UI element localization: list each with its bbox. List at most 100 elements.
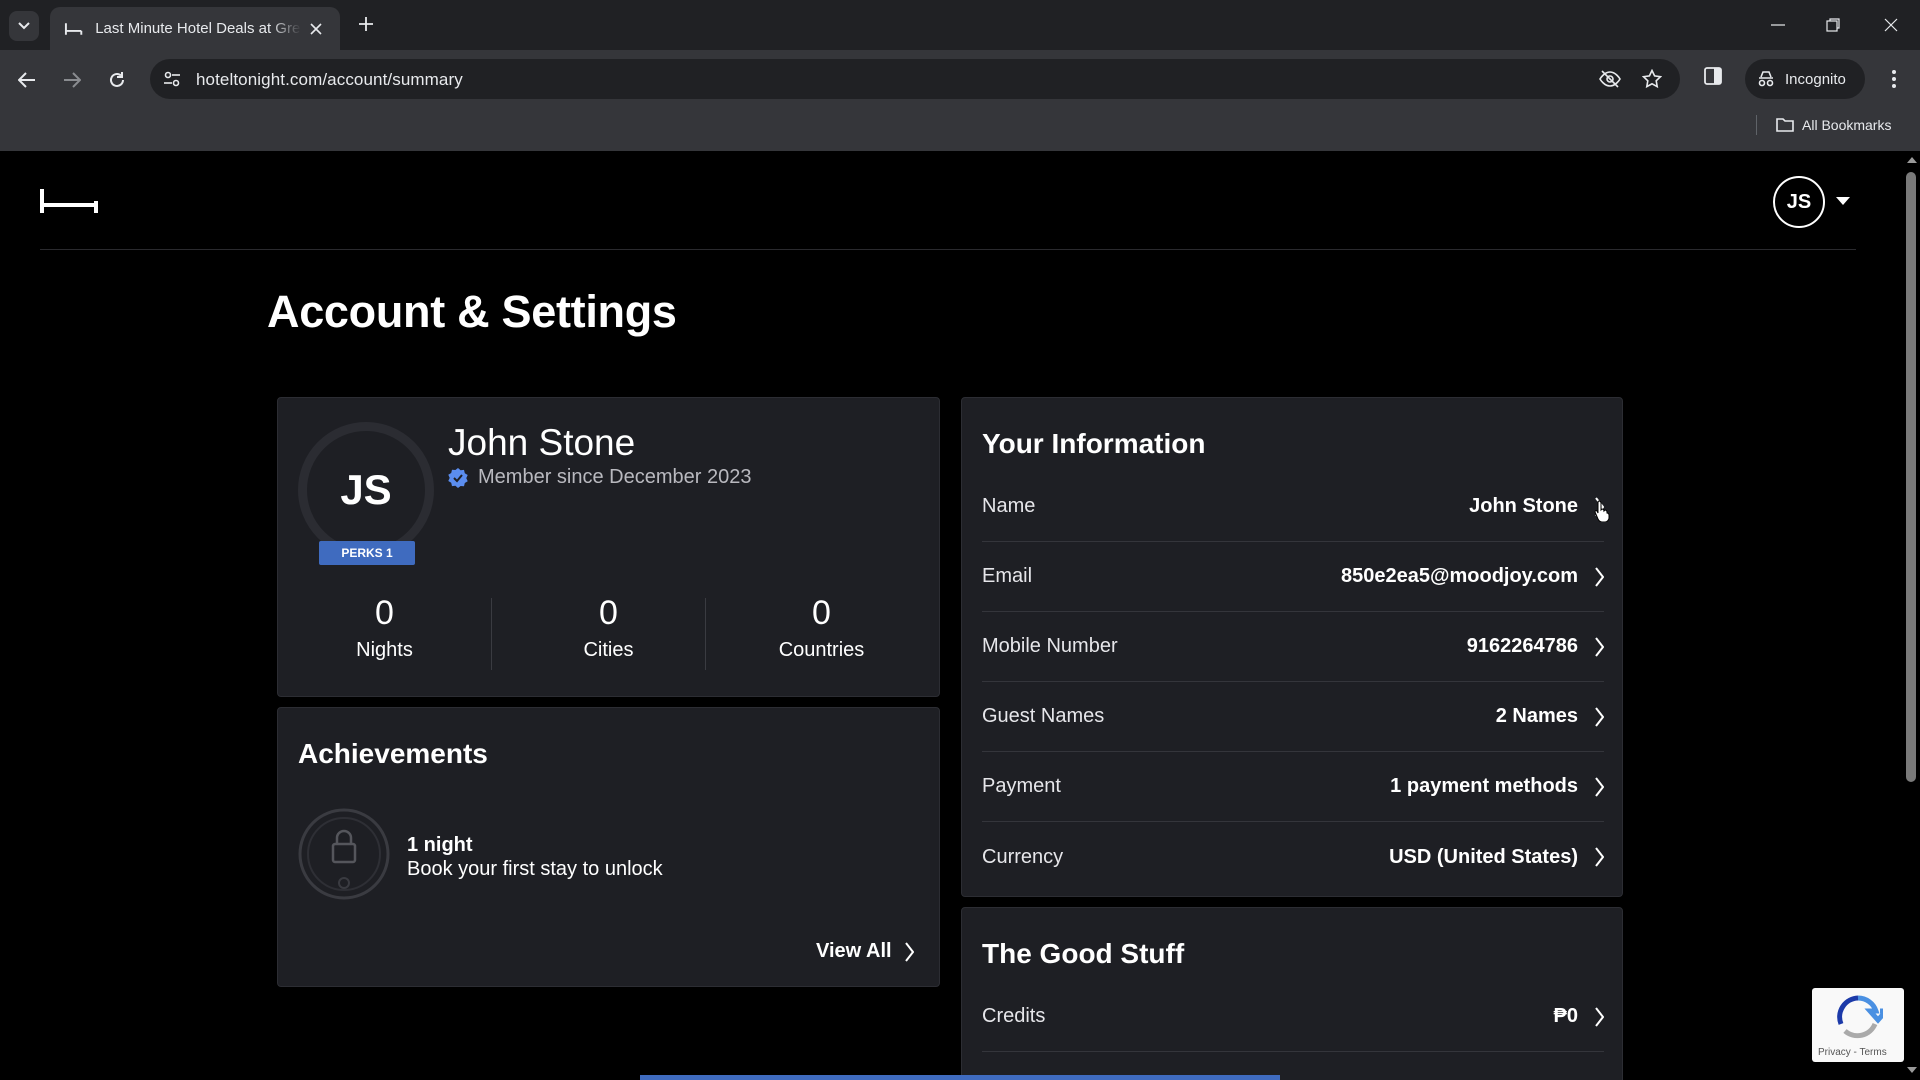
chevron-right-icon bbox=[904, 941, 914, 962]
your-information-card: Your Information Name John Stone Email 8… bbox=[961, 397, 1623, 897]
info-value: 1 payment methods bbox=[1390, 775, 1578, 797]
info-value: USD (United States) bbox=[1389, 845, 1578, 868]
chevron-right-icon bbox=[1595, 847, 1604, 867]
your-information-heading: Your Information bbox=[982, 428, 1206, 459]
hoteltonight-logo-icon[interactable] bbox=[40, 189, 98, 213]
info-value: 2 Names bbox=[1495, 705, 1578, 727]
info-label: Credits bbox=[982, 1005, 1046, 1027]
bookmarks-divider bbox=[1756, 115, 1757, 135]
restore-window-icon[interactable] bbox=[1818, 10, 1848, 40]
site-info-icon[interactable] bbox=[162, 69, 182, 89]
info-label: Email bbox=[982, 565, 1033, 587]
info-label: Payment bbox=[982, 775, 1061, 797]
chevron-down-icon bbox=[18, 22, 30, 30]
address-bar[interactable]: hoteltonight.com/account/summary bbox=[150, 59, 1680, 99]
achievements-heading: Achievements bbox=[298, 738, 488, 769]
achievements-card: Achievements 1 night Book your first sta… bbox=[277, 707, 940, 987]
browser-tab-active[interactable]: Last Minute Hotel Deals at Great Prices bbox=[50, 7, 340, 50]
info-value: ₱0 bbox=[1553, 1005, 1578, 1027]
info-label: Mobile Number bbox=[982, 635, 1118, 657]
user-avatar-button[interactable]: JS bbox=[1773, 176, 1825, 228]
chevron-right-icon bbox=[1595, 566, 1604, 587]
member-since-row: Member since December 2023 bbox=[448, 466, 751, 489]
stat-value: 0 bbox=[375, 594, 394, 632]
scrollbar-thumb[interactable] bbox=[1906, 172, 1916, 782]
stat-value: 0 bbox=[599, 594, 618, 632]
all-bookmarks-label: All Bookmarks bbox=[1802, 117, 1892, 133]
profile-card: JS PERKS 1 John Stone Member since Decem… bbox=[277, 397, 940, 697]
info-row-guest-names[interactable]: Guest Names 2 Names bbox=[982, 682, 1604, 752]
info-row-email[interactable]: Email 850e2ea5@moodjoy.com bbox=[982, 542, 1604, 612]
recaptcha-links[interactable]: Privacy - Terms bbox=[1818, 1047, 1887, 1058]
tab-search-button[interactable] bbox=[9, 11, 39, 41]
chevron-right-icon bbox=[1595, 1006, 1604, 1027]
achievement-title: 1 night bbox=[407, 834, 473, 856]
incognito-label: Incognito bbox=[1785, 70, 1846, 88]
info-row-currency[interactable]: Currency USD (United States) bbox=[982, 822, 1604, 892]
hoteltonight-favicon-icon bbox=[64, 22, 83, 35]
member-since-text: Member since December 2023 bbox=[478, 466, 752, 488]
profile-avatar: JS bbox=[298, 422, 434, 558]
info-label: Guest Names bbox=[982, 705, 1105, 727]
stat-value: 0 bbox=[812, 594, 831, 632]
url-text: hoteltonight.com/account/summary bbox=[196, 70, 463, 89]
info-value: 9162264786 bbox=[1466, 635, 1578, 657]
bookmarks-bar bbox=[0, 108, 1920, 151]
eye-slash-icon[interactable] bbox=[1599, 68, 1621, 90]
profile-name: John Stone bbox=[448, 422, 636, 463]
locked-achievement-icon bbox=[298, 808, 390, 900]
good-stuff-card: The Good Stuff Credits ₱0 bbox=[961, 907, 1623, 1080]
kebab-menu-icon[interactable] bbox=[1880, 64, 1908, 94]
minimize-window-icon[interactable] bbox=[1763, 10, 1793, 40]
scroll-down-arrow-icon[interactable] bbox=[1906, 1064, 1918, 1076]
reload-icon[interactable] bbox=[101, 64, 133, 96]
stat-nights: 0 Nights bbox=[278, 594, 491, 662]
stat-countries: 0 Countries bbox=[715, 594, 928, 662]
close-tab-icon[interactable] bbox=[307, 19, 326, 39]
info-row-mobile-number[interactable]: Mobile Number 9162264786 bbox=[982, 612, 1604, 682]
chevron-right-icon bbox=[1595, 776, 1604, 797]
new-tab-plus-icon[interactable] bbox=[354, 12, 378, 36]
page-content: JS Account & Settings JS PERKS 1 John St… bbox=[0, 151, 1904, 1080]
info-value: 850e2ea5@moodjoy.com bbox=[1340, 565, 1578, 587]
forward-arrow-icon[interactable] bbox=[56, 64, 88, 96]
side-panel-icon[interactable] bbox=[1703, 66, 1727, 90]
info-value: John Stone bbox=[1469, 495, 1578, 517]
info-label: Name bbox=[982, 495, 1036, 517]
all-bookmarks-button[interactable]: All Bookmarks bbox=[1776, 114, 1891, 136]
perks-badge: PERKS 1 bbox=[319, 541, 415, 565]
caret-down-icon[interactable] bbox=[1836, 196, 1850, 206]
close-window-icon[interactable] bbox=[1876, 10, 1906, 40]
mouse-pointer-icon bbox=[1594, 500, 1610, 522]
scroll-up-arrow-icon[interactable] bbox=[1906, 154, 1918, 166]
stat-label: Cities bbox=[583, 639, 634, 661]
stat-label: Nights bbox=[356, 639, 413, 661]
back-arrow-icon[interactable] bbox=[11, 64, 43, 96]
stat-divider bbox=[705, 598, 706, 670]
page-title: Account & Settings bbox=[267, 286, 677, 337]
good-stuff-heading: The Good Stuff bbox=[982, 938, 1185, 969]
recaptcha-logo-icon bbox=[1837, 995, 1883, 1039]
info-label: Currency bbox=[982, 845, 1064, 868]
info-row-payment[interactable]: Payment 1 payment methods bbox=[982, 752, 1604, 822]
loading-progress-bar bbox=[640, 1075, 1280, 1080]
browser-tab-bar: Last Minute Hotel Deals at Great Prices bbox=[0, 0, 1920, 50]
stat-label: Countries bbox=[778, 639, 865, 661]
stat-divider bbox=[491, 598, 492, 670]
info-row-credits[interactable]: Credits ₱0 bbox=[982, 982, 1604, 1052]
view-all-link[interactable]: View All bbox=[816, 940, 914, 963]
recaptcha-badge[interactable]: Privacy - Terms bbox=[1812, 988, 1904, 1062]
bookmark-star-icon[interactable] bbox=[1641, 68, 1663, 90]
info-row-name[interactable]: Name John Stone bbox=[982, 472, 1604, 542]
stat-cities: 0 Cities bbox=[502, 594, 715, 662]
view-all-label: View All bbox=[816, 940, 892, 962]
chevron-right-icon bbox=[1595, 636, 1604, 657]
verified-badge-icon bbox=[448, 467, 468, 488]
achievement-description: Book your first stay to unlock bbox=[407, 858, 663, 880]
incognito-indicator[interactable]: Incognito bbox=[1745, 59, 1865, 99]
folder-icon bbox=[1776, 118, 1794, 132]
header-divider bbox=[40, 249, 1856, 250]
chevron-right-icon bbox=[1595, 706, 1604, 727]
tab-title: Last Minute Hotel Deals at Great Prices bbox=[95, 20, 301, 37]
incognito-icon bbox=[1758, 71, 1774, 87]
